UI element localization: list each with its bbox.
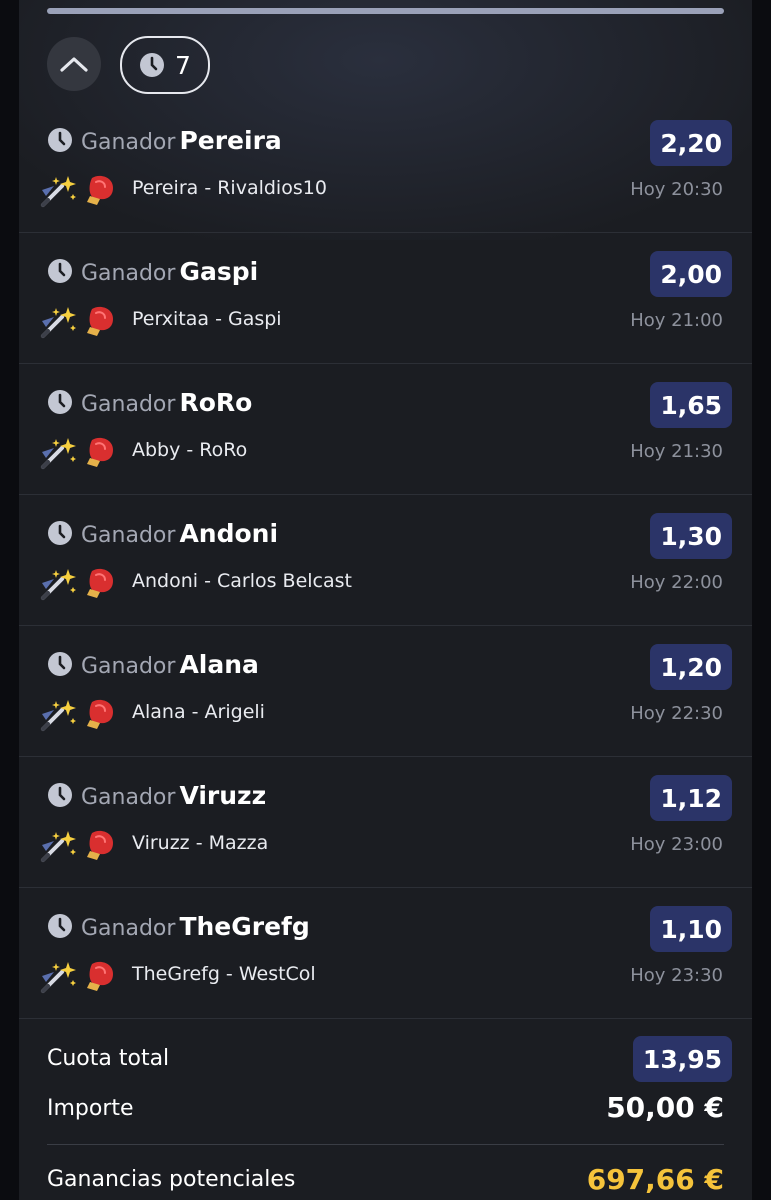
clock-icon	[48, 521, 72, 545]
bet-time: Hoy 23:30	[630, 965, 723, 986]
bet-item[interactable]: Ganador Andoni Andoni - Carlos Belcast 1,…	[19, 495, 752, 626]
collapse-button[interactable]	[47, 37, 101, 91]
bet-selection: Alana	[179, 650, 259, 679]
bet-odds-badge[interactable]: 2,20	[650, 120, 732, 166]
bet-event: TheGrefg - WestCol	[132, 963, 316, 985]
magic-wand-icon	[41, 307, 76, 338]
pending-bets-count: 7	[175, 50, 191, 80]
clock-icon	[48, 128, 72, 152]
boxing-glove-icon	[87, 437, 113, 467]
bet-odds-badge[interactable]: 1,10	[650, 906, 732, 952]
stake-label: Importe	[47, 1096, 134, 1121]
bet-market-line: Ganador Gaspi	[81, 257, 258, 286]
bet-odds-badge[interactable]: 1,20	[650, 644, 732, 690]
bet-item[interactable]: Ganador Alana Alana - Arigeli 1,20 Hoy 22…	[19, 626, 752, 757]
bet-item[interactable]: Ganador Viruzz Viruzz - Mazza 1,12 Hoy 23…	[19, 757, 752, 888]
magic-wand-icon	[41, 700, 76, 731]
magic-wand-icon	[41, 962, 76, 993]
bet-market: Ganador	[81, 916, 176, 941]
bet-market-line: Ganador RoRo	[81, 388, 252, 417]
drag-handle[interactable]	[47, 8, 724, 14]
magic-wand-icon	[41, 176, 76, 207]
magic-wand-icon	[41, 569, 76, 600]
magic-wand-icon	[41, 831, 76, 862]
winnings-label: Ganancias potenciales	[47, 1167, 296, 1192]
clock-icon	[48, 914, 72, 938]
bet-event: Abby - RoRo	[132, 439, 248, 461]
stake-amount[interactable]: 50,00 €	[606, 1091, 724, 1124]
potential-winnings: 697,66 €	[586, 1163, 724, 1196]
bet-selection: Viruzz	[179, 781, 267, 810]
betslip-panel: 7 Ganador Pereira Pereira - Rivaldios10 …	[19, 0, 752, 1200]
bet-market-line: Ganador Andoni	[81, 519, 278, 548]
bet-market: Ganador	[81, 261, 176, 286]
bet-odds-badge[interactable]: 1,12	[650, 775, 732, 821]
bet-market: Ganador	[81, 130, 176, 155]
bet-event: Pereira - Rivaldios10	[132, 177, 327, 199]
bet-market: Ganador	[81, 654, 176, 679]
boxing-glove-icon	[87, 306, 113, 336]
bet-item[interactable]: Ganador Gaspi Perxitaa - Gaspi 2,00 Hoy 2…	[19, 233, 752, 364]
bet-selection: TheGrefg	[179, 912, 310, 941]
bet-odds-badge[interactable]: 1,30	[650, 513, 732, 559]
bet-odds-badge[interactable]: 2,00	[650, 251, 732, 297]
clock-icon	[140, 53, 165, 77]
summary-divider	[47, 1144, 724, 1145]
boxing-glove-icon	[87, 568, 113, 598]
bet-market: Ganador	[81, 392, 176, 417]
bet-time: Hoy 21:30	[630, 441, 723, 462]
clock-icon	[48, 259, 72, 283]
bet-list: Ganador Pereira Pereira - Rivaldios10 2,2…	[19, 102, 752, 1019]
bet-time: Hoy 23:00	[630, 834, 723, 855]
bet-selection: RoRo	[179, 388, 253, 417]
bet-market-line: Ganador Viruzz	[81, 781, 266, 810]
bet-market: Ganador	[81, 523, 176, 548]
bet-item[interactable]: Ganador TheGrefg TheGrefg - WestCol 1,10 …	[19, 888, 752, 1019]
clock-icon	[48, 652, 72, 676]
clock-icon	[48, 783, 72, 807]
bet-selection: Gaspi	[179, 257, 259, 286]
bet-time: Hoy 20:30	[630, 179, 723, 200]
bet-event: Andoni - Carlos Belcast	[132, 570, 352, 592]
bet-item[interactable]: Ganador RoRo Abby - RoRo 1,65 Hoy 21:30	[19, 364, 752, 495]
bet-selection: Pereira	[179, 126, 282, 155]
bet-selection: Andoni	[179, 519, 279, 548]
bet-event: Viruzz - Mazza	[132, 832, 269, 854]
bet-event: Perxitaa - Gaspi	[132, 308, 282, 330]
bet-market: Ganador	[81, 785, 176, 810]
boxing-glove-icon	[87, 175, 113, 205]
total-odds-badge: 13,95	[632, 1036, 732, 1082]
bet-odds-badge[interactable]: 1,65	[650, 382, 732, 428]
bet-market-line: Ganador Alana	[81, 650, 259, 679]
total-odds-label: Cuota total	[47, 1046, 170, 1071]
bet-time: Hoy 21:00	[630, 310, 723, 331]
magic-wand-icon	[41, 438, 76, 469]
boxing-glove-icon	[87, 830, 113, 860]
boxing-glove-icon	[87, 699, 113, 729]
bet-market-line: Ganador Pereira	[81, 126, 282, 155]
bet-time: Hoy 22:30	[630, 703, 723, 724]
bet-time: Hoy 22:00	[630, 572, 723, 593]
chevron-up-icon	[60, 57, 88, 72]
bet-market-line: Ganador TheGrefg	[81, 912, 310, 941]
pending-bets-filter[interactable]: 7	[120, 36, 210, 94]
bet-item[interactable]: Ganador Pereira Pereira - Rivaldios10 2,2…	[19, 102, 752, 233]
clock-icon	[48, 390, 72, 414]
bet-event: Alana - Arigeli	[132, 701, 265, 723]
boxing-glove-icon	[87, 961, 113, 991]
